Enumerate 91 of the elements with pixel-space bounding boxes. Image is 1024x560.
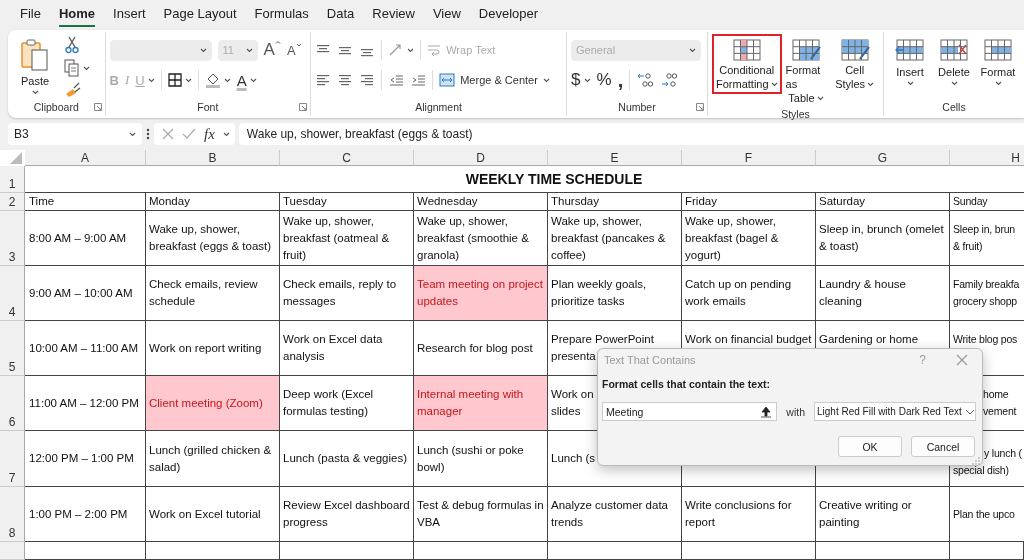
table-cell: Family breakfa grocery shopp xyxy=(950,266,1024,321)
table-cell: Client meeting (Zoom) xyxy=(146,376,280,431)
table-cell: Sunday xyxy=(950,193,1024,211)
table-cell: Catch up on pending work emails xyxy=(682,266,816,321)
table-cell: Internal meeting with manager xyxy=(414,376,548,431)
column-header[interactable]: E xyxy=(548,150,682,166)
table-cell: Friday xyxy=(682,193,816,211)
dialog-button[interactable]: Cancel xyxy=(911,436,975,457)
table-cell: Check emails, review schedule xyxy=(146,266,280,321)
ribbon-button[interactable]: Format as Table xyxy=(781,34,831,108)
increase-font-size-button[interactable]: A xyxy=(263,40,281,60)
row-header[interactable]: 8 xyxy=(0,487,25,542)
menu-tab[interactable]: Developer xyxy=(469,1,548,27)
table-cell: Wake up, shower, breakfast (bagel & yogurt) xyxy=(682,211,816,266)
menu-tab[interactable]: Page Layout xyxy=(154,1,246,27)
ribbon-button[interactable]: Cell Styles xyxy=(830,34,879,94)
group-label: Styles xyxy=(781,108,810,120)
menu-tab[interactable]: View xyxy=(423,1,470,27)
ribbon-button[interactable]: Insert xyxy=(888,34,932,89)
table-cell: Plan the upco xyxy=(950,487,1024,542)
row-header[interactable]: 7 xyxy=(0,431,25,487)
row-header[interactable]: 2 xyxy=(0,193,25,211)
ribbon-button[interactable]: Delete xyxy=(932,34,976,89)
row-header[interactable]: 6 xyxy=(0,376,25,431)
column-header[interactable]: G xyxy=(816,150,950,166)
with-label: with xyxy=(786,405,805,418)
currency-button[interactable]: $ xyxy=(571,70,591,90)
decrease-font-size-button[interactable]: A xyxy=(286,42,302,58)
table-cell: Wake up, shower, breakfast (eggs & toast) xyxy=(146,211,280,266)
group-label: Alignment xyxy=(415,101,462,113)
group-label: Number xyxy=(618,101,656,113)
table-cell: Lunch (sushi or poke bowl) xyxy=(414,431,548,487)
table-cell: Lunch (pasta & veggies) xyxy=(280,431,414,487)
menu-tab[interactable]: Home xyxy=(49,1,105,27)
menu-tab[interactable]: File xyxy=(11,1,50,27)
table-cell: 12:00 PM – 1:00 PM xyxy=(25,431,146,487)
table-cell: Thursday xyxy=(548,193,682,211)
table-cell: Time xyxy=(25,193,146,211)
name-box[interactable]: B3 xyxy=(8,123,142,145)
table-cell: Wednesday xyxy=(414,193,548,211)
column-header[interactable]: C xyxy=(280,150,414,166)
format-dropdown[interactable]: Light Red Fill with Dark Red Text xyxy=(814,402,976,421)
row-header[interactable]: 3 xyxy=(0,211,25,266)
table-cell: Creative writing or painting xyxy=(816,487,950,542)
menu-tab[interactable]: Insert xyxy=(104,1,155,27)
table-cell: Test & debug formulas in VBA xyxy=(414,487,548,542)
dialog-button[interactable]: OK xyxy=(838,436,902,457)
table-cell: Monday xyxy=(146,193,280,211)
ribbon-button[interactable]: Format xyxy=(976,34,1020,89)
table-cell: Analyze customer data trends xyxy=(548,487,682,542)
table-cell: Wake up, shower, breakfast (pancakes & coffee) xyxy=(548,211,682,266)
row-header[interactable]: 1 xyxy=(0,166,25,193)
row-header[interactable]: 4 xyxy=(0,266,25,321)
paste-button[interactable]: Paste xyxy=(12,34,58,98)
insert-function-button[interactable]: fx xyxy=(204,125,215,143)
column-header[interactable]: A xyxy=(25,150,146,166)
ribbon-button[interactable]: Conditional Formatting xyxy=(712,34,782,94)
table-cell: Plan weekly goals, prioritize tasks xyxy=(548,266,682,321)
table-cell: Wake up, shower, breakfast (oatmeal & fruit) xyxy=(280,211,414,266)
row-header[interactable]: 5 xyxy=(0,321,25,376)
group-label: Font xyxy=(197,101,219,113)
formula-field[interactable]: Wake up, shower, breakfast (eggs & toast) xyxy=(238,123,1024,145)
table-cell: 8:00 AM – 9:00 AM xyxy=(25,211,146,266)
table-cell: Work on Excel data analysis xyxy=(280,321,414,376)
table-cell: 9:00 AM – 10:00 AM xyxy=(25,266,146,321)
table-cell: Review Excel dashboard progress xyxy=(280,487,414,542)
column-header[interactable]: B xyxy=(146,150,280,166)
menu-tab[interactable]: Review xyxy=(363,1,424,27)
table-cell: Team meeting on project updates xyxy=(414,266,548,321)
table-cell: Work on Excel tutorial xyxy=(146,487,280,542)
table-cell: Tuesday xyxy=(280,193,414,211)
group-label: Clipboard xyxy=(33,101,79,113)
column-header[interactable]: F xyxy=(682,150,816,166)
column-header[interactable]: H xyxy=(950,150,1024,166)
table-cell: 1:00 PM – 2:00 PM xyxy=(25,487,146,542)
menu-tab[interactable]: Formulas xyxy=(245,1,318,27)
table-cell: 10:00 AM – 11:00 AM xyxy=(25,321,146,376)
column-header[interactable]: D xyxy=(414,150,548,166)
table-cell: Write conclusions for report xyxy=(682,487,816,542)
menu-tab[interactable]: Data xyxy=(317,1,364,27)
table-cell: Sleep in, brun & fruit) xyxy=(950,211,1024,266)
group-label: Cells xyxy=(942,101,966,113)
table-cell: Lunch (grilled chicken & salad) xyxy=(146,431,280,487)
text-input-field[interactable]: Meeting xyxy=(602,402,778,421)
font-color-button[interactable]: A xyxy=(236,71,257,89)
merge-center-button[interactable]: Merge & Center xyxy=(439,73,550,87)
table-cell: Saturday xyxy=(816,193,950,211)
sheet-title: WEEKLY TIME SCHEDULE xyxy=(25,166,1024,193)
percent-button[interactable]: % xyxy=(596,70,612,90)
table-cell: Sleep in, brunch (omelet & toast) xyxy=(816,211,950,266)
table-cell: Laundry & house cleaning xyxy=(816,266,950,321)
